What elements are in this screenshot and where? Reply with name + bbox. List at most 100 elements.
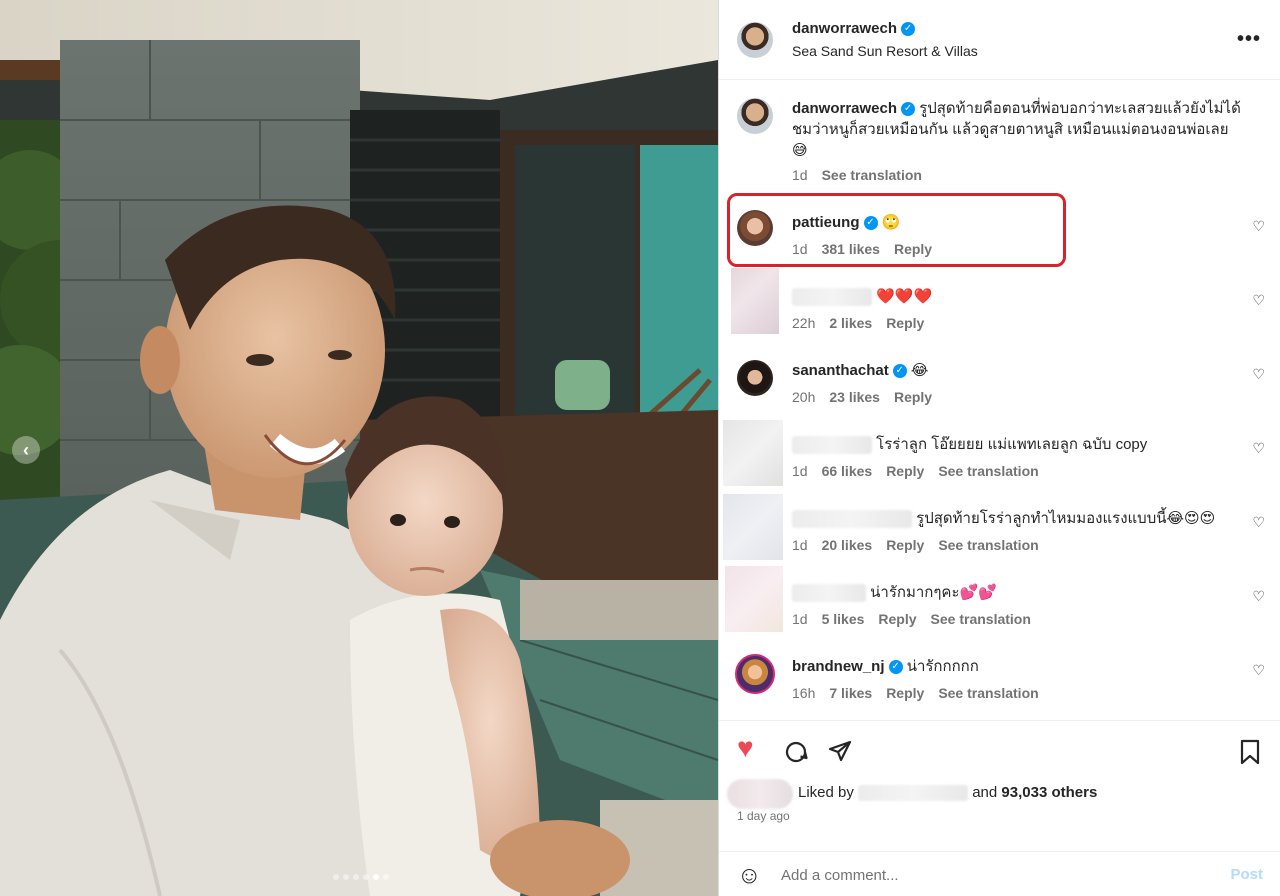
- post-photo[interactable]: ‹: [0, 0, 718, 896]
- heart-outline-icon[interactable]: ♡: [1252, 588, 1265, 605]
- photo-illustration: [0, 0, 718, 896]
- post-actions: ♥ Liked by and 93,033 others 1 day ago ☺…: [719, 720, 1280, 896]
- author-name: danworrawech ✓: [792, 20, 916, 38]
- comment-likes[interactable]: 66 likes: [822, 463, 873, 479]
- heart-filled-icon[interactable]: ♥: [737, 734, 754, 762]
- reply-button[interactable]: Reply: [886, 463, 924, 479]
- carousel-dot-active: [373, 874, 379, 880]
- caption-time: 1d: [792, 167, 808, 183]
- carousel-dot: [383, 874, 389, 880]
- reply-button[interactable]: Reply: [878, 611, 916, 627]
- liked-by-prefix: Liked by: [798, 784, 854, 801]
- post-button[interactable]: Post: [1230, 866, 1263, 883]
- carousel-dots: [333, 874, 389, 880]
- comment-likes[interactable]: 2 likes: [829, 315, 872, 331]
- caption-avatar[interactable]: [737, 98, 773, 134]
- heart-outline-icon[interactable]: ♡: [1252, 218, 1265, 235]
- comment-input[interactable]: [781, 860, 1201, 890]
- bookmark-icon[interactable]: [1239, 739, 1261, 770]
- comment-meta: 1d 5 likes Reply See translation: [792, 611, 1031, 627]
- comment-text-block: รูปสุดท้ายโรร่าลูกทำไหมมองแรงแบบนี้😂😍😍: [792, 508, 1262, 529]
- comment-meta: 16h 7 likes Reply See translation: [792, 685, 1039, 701]
- comment-text: ❤️❤️❤️: [876, 288, 933, 305]
- commenter-avatar[interactable]: [735, 654, 775, 694]
- see-translation-link[interactable]: See translation: [822, 167, 922, 183]
- chevron-left-icon: ‹: [23, 439, 29, 460]
- comment-username[interactable]: sananthachat: [792, 362, 889, 379]
- previous-photo-button[interactable]: ‹: [12, 436, 40, 464]
- commenter-avatar[interactable]: [737, 360, 773, 396]
- comment-text: น่ารักมากๆคะ💕💕: [870, 584, 997, 601]
- author-avatar[interactable]: [737, 22, 773, 58]
- post-header: danworrawech ✓ Sea Sand Sun Resort & Vill…: [719, 0, 1280, 80]
- verified-badge-icon: ✓: [901, 102, 916, 117]
- verified-badge-icon: ✓: [888, 660, 903, 675]
- comment-text-block: โรร่าลูก โอ๊ยยยย แม่แพทเลยลูก ฉบับ copy: [792, 434, 1252, 455]
- heart-outline-icon[interactable]: ♡: [1252, 514, 1265, 531]
- comment-meta: 1d 66 likes Reply See translation: [792, 463, 1039, 479]
- more-horizontal-icon[interactable]: •••: [1237, 28, 1261, 51]
- comment-time: 20h: [792, 389, 816, 405]
- highlight-box: [727, 193, 1066, 267]
- carousel-dot: [353, 874, 359, 880]
- blurred-username[interactable]: [792, 510, 912, 529]
- comment-text-block: ❤️❤️❤️: [792, 286, 1232, 307]
- heart-outline-icon[interactable]: ♡: [1252, 662, 1265, 679]
- see-translation-link[interactable]: See translation: [938, 537, 1038, 553]
- comment-text-block: sananthachat ✓ 😂: [792, 360, 1232, 381]
- blurred-liker-name[interactable]: [858, 785, 969, 802]
- heart-outline-icon[interactable]: ♡: [1252, 292, 1265, 309]
- liker-avatars[interactable]: [727, 779, 793, 809]
- post-location[interactable]: Sea Sand Sun Resort & Villas: [792, 43, 978, 59]
- comment-username[interactable]: brandnew_nj: [792, 658, 885, 675]
- send-icon[interactable]: [827, 739, 853, 770]
- verified-badge-icon: ✓: [901, 21, 916, 36]
- comment-icon[interactable]: [783, 739, 809, 770]
- blurred-username[interactable]: [792, 436, 872, 455]
- reply-button[interactable]: Reply: [894, 389, 932, 405]
- caption-username[interactable]: danworrawech: [792, 100, 897, 117]
- comment-likes[interactable]: 5 likes: [822, 611, 865, 627]
- carousel-dot: [363, 874, 369, 880]
- comment-item: ❤️❤️❤️ 22h 2 likes Reply ♡: [719, 266, 1280, 340]
- comment-text: รูปสุดท้ายโรร่าลูกทำไหมมองแรงแบบนี้😂😍😍: [916, 510, 1216, 527]
- comment-meta: 1d 20 likes Reply See translation: [792, 537, 1039, 553]
- smiley-icon[interactable]: ☺: [737, 862, 762, 890]
- post-side-panel: danworrawech ✓ Sea Sand Sun Resort & Vill…: [718, 0, 1280, 896]
- comment-text-block: น่ารักมากๆคะ💕💕: [792, 582, 1232, 603]
- reply-button[interactable]: Reply: [886, 537, 924, 553]
- comments-list[interactable]: danworrawech ✓ รูปสุดท้ายคือตอนที่พ่อบอกว…: [719, 80, 1280, 720]
- reply-button[interactable]: Reply: [886, 685, 924, 701]
- post-time: 1 day ago: [737, 809, 790, 823]
- blurred-avatar[interactable]: [723, 494, 783, 560]
- blurred-avatar[interactable]: [731, 268, 779, 334]
- comment-item: น่ารักมากๆคะ💕💕 1d 5 likes Reply See tran…: [719, 562, 1280, 636]
- reply-button[interactable]: Reply: [886, 315, 924, 331]
- likes-summary[interactable]: Liked by and 93,033 others: [798, 784, 1097, 802]
- blurred-avatar[interactable]: [723, 420, 783, 486]
- comment-item: โรร่าลูก โอ๊ยยยย แม่แพทเลยลูก ฉบับ copy …: [719, 414, 1280, 488]
- comment-likes[interactable]: 20 likes: [822, 537, 873, 553]
- comment-text: น่ารักกกกก: [906, 658, 979, 675]
- comment-item: sananthachat ✓ 😂 20h 23 likes Reply ♡: [719, 340, 1280, 414]
- comment-likes[interactable]: 7 likes: [829, 685, 872, 701]
- author-username[interactable]: danworrawech: [792, 20, 897, 37]
- heart-outline-icon[interactable]: ♡: [1252, 440, 1265, 457]
- verified-badge-icon: ✓: [892, 364, 907, 379]
- heart-outline-icon[interactable]: ♡: [1252, 366, 1265, 383]
- comment-time: 1d: [792, 537, 808, 553]
- blurred-username[interactable]: [792, 584, 866, 603]
- see-translation-link[interactable]: See translation: [938, 463, 1038, 479]
- see-translation-link[interactable]: See translation: [938, 685, 1038, 701]
- blurred-username[interactable]: [792, 288, 872, 307]
- comment-item: รูปสุดท้ายโรร่าลูกทำไหมมองแรงแบบนี้😂😍😍 1…: [719, 488, 1280, 562]
- comment-meta: 22h 2 likes Reply: [792, 315, 924, 331]
- likes-others[interactable]: 93,033 others: [1001, 784, 1097, 801]
- blurred-avatar[interactable]: [725, 566, 783, 632]
- comment-likes[interactable]: 23 likes: [829, 389, 880, 405]
- caption-meta: 1d See translation: [792, 167, 922, 183]
- carousel-dot: [343, 874, 349, 880]
- comment-time: 1d: [792, 611, 808, 627]
- carousel-dot: [333, 874, 339, 880]
- see-translation-link[interactable]: See translation: [931, 611, 1031, 627]
